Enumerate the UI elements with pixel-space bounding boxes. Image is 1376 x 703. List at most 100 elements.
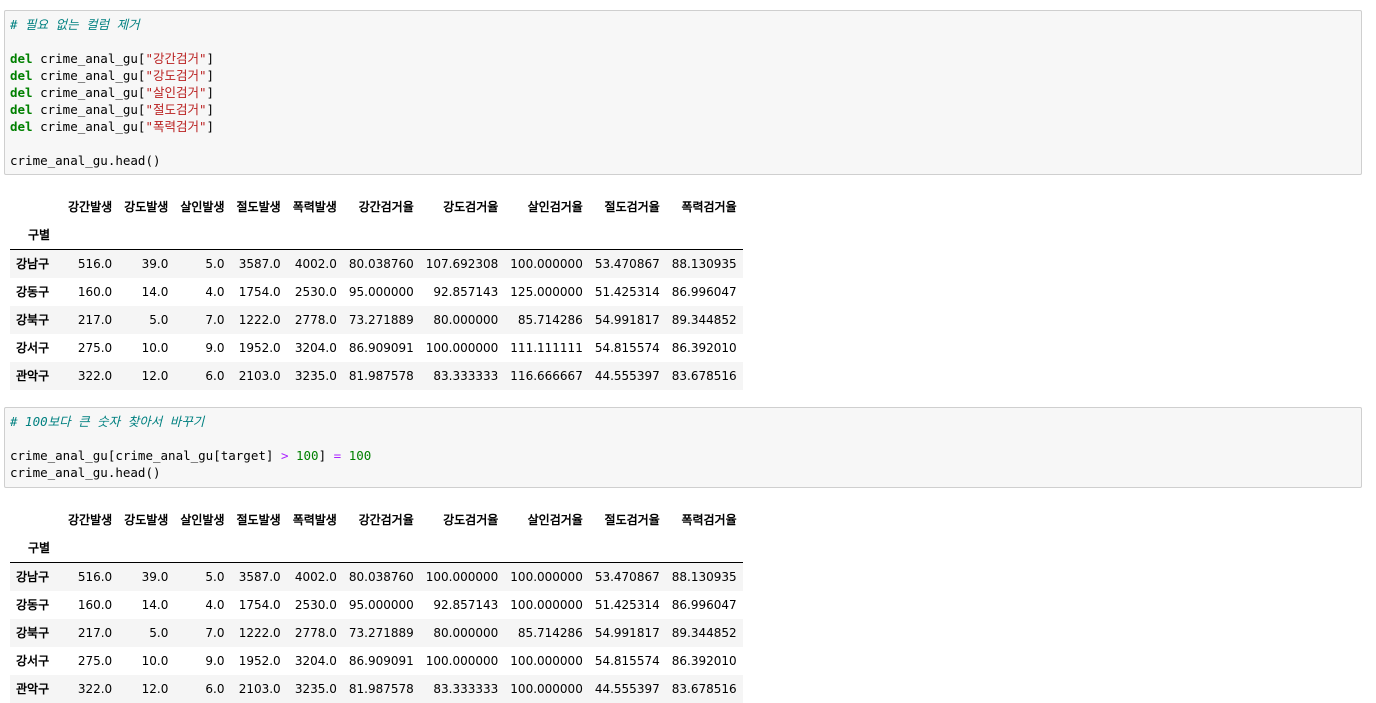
table-cell: 88.130935: [671, 257, 737, 271]
table-cell: 5.0: [149, 313, 169, 327]
table-cell: 9.0: [205, 654, 225, 668]
column-header: 살인발생: [180, 200, 225, 214]
table-cell: 54.815574: [594, 654, 660, 668]
table-cell: 86.909091: [348, 341, 414, 355]
code-line: del crime_anal_gu["폭력검거"]: [10, 118, 1356, 135]
code-token: ]: [206, 85, 215, 100]
table-cell: 95.000000: [348, 285, 414, 299]
table-cell: 1952.0: [238, 654, 281, 668]
table-cell: 3587.0: [238, 257, 281, 271]
code-token: ]: [206, 102, 215, 117]
column-header-row: 강간발생 강도발생 살인발생 절도발생 폭력발생 강간검거율 강도검거율 살인검거율 절도검거율…: [10, 193, 743, 221]
table-cell: 100.000000: [510, 257, 583, 271]
table-cell: 85.714286: [517, 626, 583, 640]
code-token: crime_anal_gu[: [32, 85, 146, 100]
column-header: 강도검거율: [443, 200, 499, 214]
column-header: 강도발생: [124, 200, 169, 214]
table-row: 관악구 322.0 12.0 6.0 2103.0 3235.0 81.987578 83.3…: [10, 362, 743, 390]
code-token: crime_anal_gu[crime_anal_gu[target]: [10, 448, 281, 463]
table-cell: 4002.0: [294, 570, 337, 584]
table-cell: 83.678516: [671, 682, 737, 696]
index-header-spacer: [62, 221, 119, 250]
table-cell: 100.000000: [425, 341, 499, 355]
code-token: 100: [296, 448, 319, 463]
dataframe-table: 강간발생 강도발생 살인발생 절도발생 폭력발생 강간검거율 강도검거율 살인검거율 절도검거율…: [10, 506, 743, 703]
column-header: 절도검거율: [604, 200, 660, 214]
table-cell: 54.815574: [594, 341, 660, 355]
table-cell: 4.0: [205, 598, 225, 612]
table-cell: 86.996047: [671, 285, 737, 299]
index-header-spacer: [230, 534, 287, 563]
index-header-row: 구별: [10, 534, 743, 563]
dataframe-table: 강간발생 강도발생 살인발생 절도발생 폭력발생 강간검거율 강도검거율 살인검거율 절도검거율…: [10, 193, 743, 390]
code-token: "살인검거": [145, 85, 207, 100]
index-header-spacer: [588, 221, 666, 250]
code-token: crime_anal_gu[: [32, 102, 146, 117]
code-cell-replace-over-100[interactable]: # 100보다 큰 숫자 찾아서 바꾸기 crime_anal_gu[crime…: [4, 407, 1362, 488]
index-header-spacer: [62, 534, 119, 563]
table-cell: 73.271889: [348, 626, 414, 640]
table-cell: 3204.0: [294, 341, 337, 355]
table-cell: 275.0: [77, 341, 113, 355]
column-header: 살인발생: [180, 513, 225, 527]
code-line: del crime_anal_gu["절도검거"]: [10, 101, 1356, 118]
table-cell: 86.392010: [671, 654, 737, 668]
table-cell: 39.0: [141, 570, 169, 584]
code-token: del: [10, 119, 33, 134]
table-cell: 86.996047: [671, 598, 737, 612]
index-header-spacer: [118, 534, 175, 563]
table-row: 강북구 217.0 5.0 7.0 1222.0 2778.0 73.271889 80.00…: [10, 619, 743, 647]
table-cell: 9.0: [205, 341, 225, 355]
table-cell: 100.000000: [510, 598, 583, 612]
table-row: 관악구 322.0 12.0 6.0 2103.0 3235.0 81.987578 83.3…: [10, 675, 743, 703]
row-index: 강남구: [16, 570, 50, 584]
row-index: 강동구: [16, 285, 50, 299]
table-cell: 80.038760: [348, 257, 414, 271]
column-header: 살인검거율: [527, 513, 583, 527]
row-index: 강남구: [16, 257, 50, 271]
index-header-spacer: [174, 534, 231, 563]
table-cell: 39.0: [141, 257, 169, 271]
row-index: 강북구: [16, 626, 50, 640]
code-token: del: [10, 68, 33, 83]
index-header-spacer: [665, 221, 743, 250]
table-cell: 51.425314: [594, 598, 660, 612]
table-cell: 92.857143: [433, 285, 499, 299]
table-cell: 516.0: [77, 570, 113, 584]
table-row: 강동구 160.0 14.0 4.0 1754.0 2530.0 95.000000 92.8…: [10, 278, 743, 306]
table-cell: 1952.0: [238, 341, 281, 355]
code-token: ]: [206, 119, 215, 134]
table-row: 강서구 275.0 10.0 9.0 1952.0 3204.0 86.909091 100.…: [10, 334, 743, 362]
code-token: "강간검거": [145, 51, 207, 66]
table-row: 강동구 160.0 14.0 4.0 1754.0 2530.0 95.000000 92.8…: [10, 591, 743, 619]
index-header-spacer: [419, 221, 505, 250]
table-row: 강남구 516.0 39.0 5.0 3587.0 4002.0 80.038760 107.…: [10, 249, 743, 278]
table-cell: 2778.0: [294, 626, 337, 640]
header-blank: [10, 506, 62, 534]
table-cell: 89.344852: [671, 313, 737, 327]
code-token: del: [10, 85, 33, 100]
code-token: crime_anal_gu[: [32, 51, 146, 66]
code-token: crime_anal_gu.head(): [10, 153, 161, 168]
column-header: 절도검거율: [604, 513, 660, 527]
table-cell: 4002.0: [294, 257, 337, 271]
row-index: 관악구: [16, 682, 50, 696]
table-cell: 51.425314: [594, 285, 660, 299]
code-cell-remove-columns[interactable]: # 필요 없는 컬럼 제거 del crime_anal_gu["강간검거"] d…: [4, 10, 1362, 175]
column-header: 강간검거율: [358, 200, 414, 214]
index-header-spacer: [230, 221, 287, 250]
header-blank: [10, 193, 62, 221]
code-token: crime_anal_gu[: [32, 119, 146, 134]
index-header-spacer: [588, 534, 666, 563]
table-row: 강남구 516.0 39.0 5.0 3587.0 4002.0 80.038760 100.…: [10, 562, 743, 591]
row-index: 관악구: [16, 369, 50, 383]
table-cell: 116.666667: [510, 369, 583, 383]
column-header-row: 강간발생 강도발생 살인발생 절도발생 폭력발생 강간검거율 강도검거율 살인검거율 절도검거율…: [10, 506, 743, 534]
output-dataframe-1: 강간발생 강도발생 살인발생 절도발생 폭력발생 강간검거율 강도검거율 살인검거율 절도검거율…: [10, 193, 743, 390]
row-index: 강서구: [16, 654, 50, 668]
table-cell: 100.000000: [425, 654, 499, 668]
table-cell: 100.000000: [425, 570, 499, 584]
code-line: del crime_anal_gu["살인검거"]: [10, 84, 1356, 101]
